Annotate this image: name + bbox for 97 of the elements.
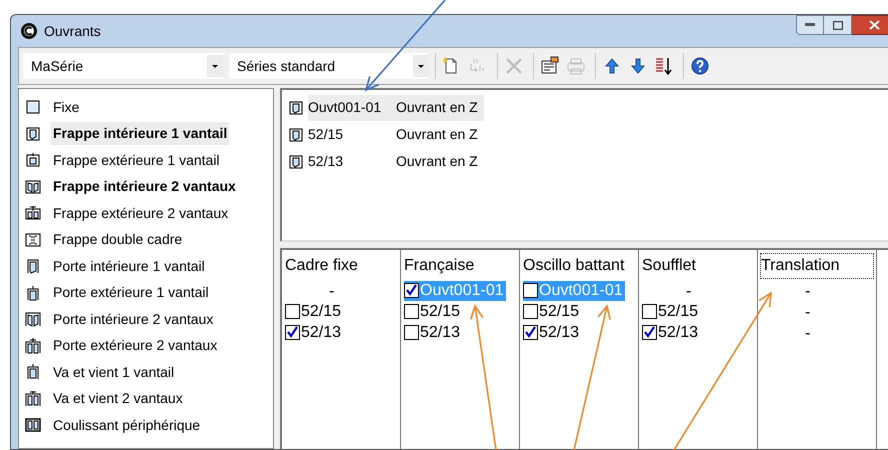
empty-marker: - (686, 283, 692, 300)
checkbox-label: 52/15 (539, 302, 580, 322)
window-type-icon (25, 126, 41, 142)
window-type-icon (288, 126, 304, 142)
series-code: 52/15 (308, 125, 344, 144)
window-type-item[interactable]: Frappe double cadre (51, 228, 184, 252)
column-header[interactable]: Française (404, 254, 476, 278)
window-type-icon (288, 100, 304, 116)
series-checkbox-item[interactable]: 52/15 (642, 302, 700, 322)
checkbox-label: 52/13 (539, 322, 580, 342)
empty-marker: - (805, 304, 810, 321)
column-header[interactable]: Translation (761, 254, 873, 278)
window-type-item[interactable]: Porte extérieure 1 vantail (51, 281, 211, 304)
delete-icon (504, 56, 524, 76)
checkbox[interactable] (523, 304, 538, 319)
series-row[interactable]: Ouvt001-01 Ouvrant en Z (308, 94, 484, 120)
column-header[interactable]: Oscillo battant (523, 254, 626, 278)
window-type-icon (25, 311, 41, 328)
dropdown-caret-icon (207, 55, 223, 77)
app-logo-icon (20, 22, 38, 40)
window-type-item[interactable]: Porte intérieure 2 vantaux (51, 308, 216, 331)
checkbox[interactable] (523, 325, 538, 340)
checkbox-label: 52/13 (301, 322, 342, 342)
series-type: Ouvrant en Z (396, 125, 478, 144)
window-title: Ouvrants (44, 22, 101, 40)
series-row[interactable]: 52/13 Ouvrant en Z (308, 148, 484, 174)
series-checkbox-item[interactable]: 52/13 (523, 322, 582, 342)
window-type-item[interactable]: Frappe extérieure 1 vantail (51, 148, 222, 172)
checkbox-label: Ouvt001-01 (420, 280, 504, 300)
window-type-icon (25, 232, 41, 248)
window-type-item[interactable]: Frappe extérieure 2 vantaux (51, 202, 230, 225)
series-row[interactable]: 52/15 Ouvrant en Z (308, 122, 484, 148)
series-checkbox-item[interactable]: 52/13 (285, 322, 344, 342)
window-type-item[interactable]: Frappe intérieure 2 vantaux (51, 175, 238, 198)
maximize-button[interactable] (824, 15, 852, 35)
series-checkbox-item[interactable]: 52/13 (642, 322, 700, 342)
checkbox-label: 52/15 (658, 302, 698, 322)
window-type-item[interactable]: Fixe (51, 96, 82, 119)
combo-value: Séries standard (236, 56, 336, 76)
series-checkbox-item[interactable]: 52/13 (404, 322, 462, 342)
down-arrow-icon (628, 56, 648, 76)
checkbox[interactable] (404, 325, 419, 340)
window-type-icon (25, 364, 41, 380)
window-type-icon (288, 154, 304, 170)
window-type-icon (25, 152, 41, 168)
minimize-button[interactable] (796, 15, 824, 35)
printer-icon (566, 56, 586, 76)
window-type-item[interactable]: Va et vient 1 vantail (51, 360, 176, 384)
window-type-icon (25, 178, 41, 195)
maximize-icon (832, 20, 842, 30)
checkbox-label: Ouvt001-01 (539, 280, 623, 300)
checkbox-label: 52/13 (420, 322, 460, 342)
close-button[interactable] (852, 15, 888, 35)
column-header[interactable]: Soufflet (642, 254, 698, 278)
minimize-icon (805, 23, 815, 27)
series-code: 52/13 (308, 152, 344, 171)
window-type-icon (25, 205, 41, 222)
checkbox-label: 52/15 (301, 302, 342, 322)
series-type: Ouvrant en Z (396, 98, 478, 117)
checkbox-label: 52/13 (658, 322, 698, 342)
window-type-item[interactable]: Coulissant périphérique (51, 414, 202, 437)
window-type-item[interactable]: Porte extérieure 2 vantaux (51, 334, 220, 358)
checkbox[interactable] (523, 283, 538, 298)
window-type-icon (25, 390, 41, 407)
series-type: Ouvrant en Z (396, 152, 478, 171)
window-type-icon (25, 284, 41, 301)
window-type-item[interactable]: Porte intérieure 1 vantail (51, 254, 207, 278)
series-code: Ouvt001-01 (308, 98, 382, 117)
empty-marker: - (329, 283, 334, 300)
checkbox[interactable] (404, 304, 419, 319)
close-icon (869, 20, 880, 30)
column-header[interactable]: Cadre fixe (285, 254, 360, 278)
checkbox-label: 52/15 (420, 302, 460, 322)
window-type-icon (25, 417, 41, 434)
checkbox[interactable] (642, 325, 657, 340)
properties-icon (540, 56, 560, 76)
combo-value: MaSérie (30, 56, 84, 76)
checkbox[interactable] (404, 283, 419, 298)
empty-marker: - (805, 325, 810, 342)
window-type-item[interactable]: Frappe intérieure 1 vantail (51, 122, 230, 146)
window-type-item[interactable]: Va et vient 2 vantaux (51, 387, 185, 410)
help-icon (690, 56, 710, 76)
checkbox[interactable] (642, 304, 657, 319)
window-type-icon (25, 258, 41, 274)
combo-box[interactable]: Séries standard (229, 53, 429, 79)
sort-icon (654, 56, 674, 76)
series-checkbox-item[interactable]: 52/15 (523, 302, 582, 322)
window-type-icon (25, 338, 41, 354)
dropdown-caret-icon (413, 55, 429, 77)
combo-box[interactable]: MaSérie (23, 53, 223, 79)
series-checkbox-item[interactable]: 52/15 (285, 302, 344, 322)
checkbox[interactable] (285, 304, 300, 319)
up-arrow-icon (602, 56, 622, 76)
empty-marker: - (805, 283, 810, 300)
series-checkbox-item[interactable]: 52/15 (404, 302, 462, 322)
window-type-icon (25, 99, 41, 116)
checkbox[interactable] (285, 325, 300, 340)
